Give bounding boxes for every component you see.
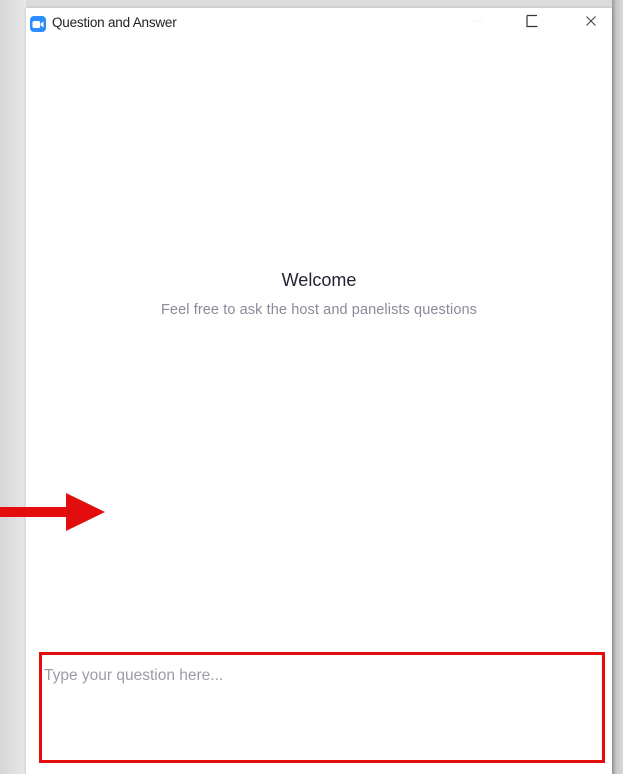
background-left <box>0 0 26 774</box>
background-right <box>612 0 623 774</box>
question-area <box>40 652 602 762</box>
zoom-camera-icon <box>30 16 46 32</box>
window-title: Question and Answer <box>52 15 177 30</box>
welcome-subtitle: Feel free to ask the host and panelists … <box>160 302 478 318</box>
close-icon <box>585 14 597 32</box>
maximize-icon <box>525 14 539 33</box>
minimize-icon <box>472 14 484 32</box>
welcome-heading: Welcome <box>281 270 357 290</box>
close-button[interactable] <box>571 8 611 38</box>
arrow-right-icon <box>0 490 106 541</box>
maximize-button[interactable] <box>512 8 552 38</box>
titlebar[interactable]: Question and Answer <box>26 8 612 38</box>
question-input[interactable] <box>41 653 601 761</box>
qa-window: Question and Answer Welcome Feel free to… <box>26 8 612 774</box>
minimize-button[interactable] <box>458 8 498 38</box>
